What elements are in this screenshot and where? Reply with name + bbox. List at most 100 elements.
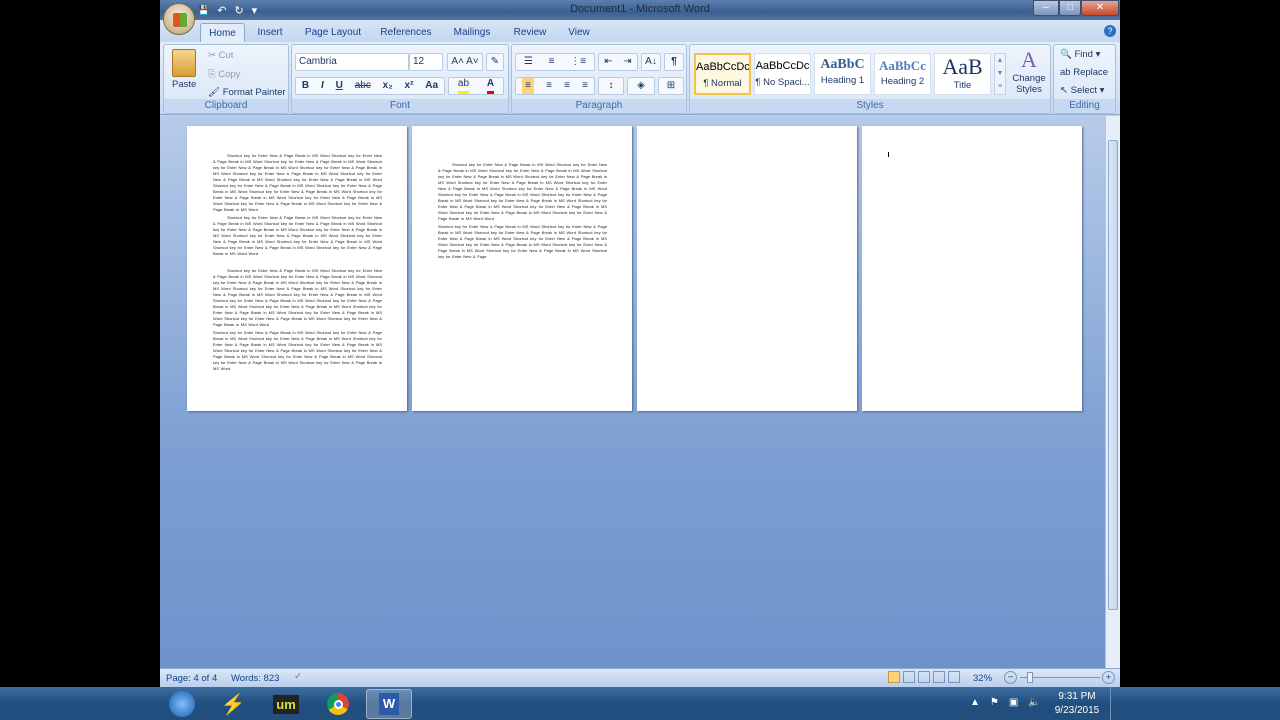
bullets-button[interactable]: ☰: [524, 54, 533, 70]
grow-font-icon[interactable]: A˄: [451, 56, 464, 67]
help-icon[interactable]: ?: [1104, 25, 1116, 37]
show-desktop-button[interactable]: [1110, 687, 1120, 720]
customize-qat-icon[interactable]: ▾: [252, 4, 258, 17]
superscript-button[interactable]: x²: [405, 78, 414, 94]
change-styles-button[interactable]: A Change Styles: [1010, 47, 1048, 95]
um-player-icon[interactable]: um: [266, 689, 306, 719]
borders-button[interactable]: ⊞: [658, 77, 684, 95]
network-icon[interactable]: ▣: [1009, 697, 1018, 708]
style-normal[interactable]: AaBbCcDc ¶ Normal: [694, 53, 751, 95]
show-hide-button[interactable]: ¶: [664, 53, 684, 71]
cut-button[interactable]: ✂ Cut: [208, 50, 233, 61]
status-bar: Page: 4 of 4 Words: 823 ✓ 32% − +: [160, 668, 1120, 687]
volume-icon[interactable]: 🔈: [1028, 697, 1040, 708]
highlight-button[interactable]: ab: [457, 78, 470, 94]
shading-button[interactable]: ◈: [627, 77, 655, 95]
numbering-button[interactable]: ≡: [549, 54, 555, 70]
restore-button[interactable]: □: [1059, 0, 1081, 16]
style-no-spacing[interactable]: AaBbCcDc ¶ No Spaci...: [754, 53, 811, 95]
italic-button[interactable]: I: [321, 78, 324, 94]
strikethrough-button[interactable]: abc: [355, 78, 371, 94]
chrome-icon[interactable]: [318, 689, 358, 719]
undo-icon[interactable]: ↶: [217, 4, 226, 17]
close-button[interactable]: ✕: [1081, 0, 1119, 16]
justify-button[interactable]: ≡: [582, 78, 588, 94]
tab-page-layout[interactable]: Page Layout: [302, 23, 364, 42]
change-case-button[interactable]: Aa: [425, 78, 438, 94]
style-title[interactable]: AaB Title: [934, 53, 991, 95]
font-name-select[interactable]: Cambria: [295, 53, 409, 71]
redo-icon[interactable]: ↻: [234, 4, 243, 17]
winamp-icon[interactable]: ⚡: [213, 689, 253, 719]
line-spacing-button[interactable]: ↕: [598, 77, 624, 95]
clear-formatting-icon[interactable]: ✎: [486, 53, 504, 71]
style-name: Heading 1: [820, 75, 865, 86]
select-button[interactable]: ↖ Select ▾: [1060, 85, 1104, 96]
styles-scroll[interactable]: ▲ ▼ ≡: [994, 53, 1006, 95]
tab-mailings[interactable]: Mailings: [448, 23, 496, 42]
tab-home[interactable]: Home: [200, 23, 245, 42]
show-hidden-icons[interactable]: ▲: [970, 697, 980, 708]
replace-button[interactable]: ab Replace: [1060, 67, 1108, 78]
web-layout-icon[interactable]: [918, 671, 930, 683]
zoom-level[interactable]: 32%: [973, 673, 992, 684]
paste-button[interactable]: Paste: [172, 79, 196, 90]
document-area[interactable]: Shortcut key for Enter New & Page Break …: [160, 116, 1105, 668]
word-taskbar-icon[interactable]: W: [366, 689, 412, 719]
outline-icon[interactable]: [933, 671, 945, 683]
paragraph: Shortcut key for Enter New & Page Break …: [213, 215, 382, 256]
draft-icon[interactable]: [948, 671, 960, 683]
tab-references[interactable]: References: [378, 23, 434, 42]
minimize-button[interactable]: –: [1033, 0, 1059, 16]
page-4[interactable]: [862, 126, 1082, 411]
underline-button[interactable]: U: [336, 78, 343, 94]
zoom-in-button[interactable]: +: [1102, 671, 1115, 684]
increase-indent-button[interactable]: ⇥: [623, 54, 631, 70]
bold-button[interactable]: B: [302, 78, 309, 94]
style-preview: AaBbCc: [879, 58, 926, 73]
copy-label: Copy: [218, 69, 241, 80]
font-color-button[interactable]: A: [486, 78, 495, 94]
zoom-out-button[interactable]: −: [1004, 671, 1017, 684]
font-size-select[interactable]: 12: [409, 53, 443, 71]
subscript-button[interactable]: x₂: [383, 78, 393, 94]
view-buttons: [888, 671, 966, 685]
date: 9/23/2015: [1054, 705, 1100, 716]
tab-review[interactable]: Review: [510, 23, 550, 42]
multilevel-list-button[interactable]: ⋮≡: [570, 54, 586, 70]
align-right-button[interactable]: ≡: [564, 78, 570, 94]
tab-insert[interactable]: Insert: [252, 23, 288, 42]
style-heading-1[interactable]: AaBbC Heading 1: [814, 53, 871, 95]
start-button[interactable]: [162, 689, 202, 719]
page-2[interactable]: Shortcut key for Enter New & Page Break …: [412, 126, 632, 411]
shrink-font-icon[interactable]: A˅: [466, 56, 479, 67]
vertical-scrollbar[interactable]: [1105, 116, 1120, 668]
page-3[interactable]: [637, 126, 857, 411]
zoom-slider-thumb[interactable]: [1027, 672, 1033, 683]
print-layout-icon[interactable]: [888, 671, 900, 683]
indent-buttons: ⇤ ⇥: [598, 53, 638, 71]
office-button[interactable]: [163, 3, 195, 35]
save-icon[interactable]: 💾: [198, 5, 209, 16]
align-center-button[interactable]: ≡: [546, 78, 552, 94]
word-count[interactable]: Words: 823: [231, 673, 279, 684]
clock[interactable]: 9:31 PM 9/23/2015: [1052, 690, 1102, 718]
page-1[interactable]: Shortcut key for Enter New & Page Break …: [187, 126, 407, 411]
find-button[interactable]: 🔍 Find ▾: [1060, 49, 1100, 60]
format-painter-button[interactable]: 🖌 Format Painter: [208, 87, 286, 98]
scroll-thumb[interactable]: [1108, 140, 1118, 610]
align-left-button[interactable]: ≡: [522, 78, 534, 94]
style-heading-2[interactable]: AaBbCc Heading 2: [874, 53, 931, 95]
grow-shrink-font-buttons[interactable]: A˄ A˅: [447, 53, 483, 71]
editing-group: 🔍 Find ▾ ab Replace ↖ Select ▾ Editing: [1053, 44, 1116, 114]
action-center-flag-icon[interactable]: ⚑: [990, 697, 999, 708]
copy-button[interactable]: ⎘ Copy: [208, 69, 240, 80]
tab-view[interactable]: View: [562, 23, 596, 42]
paste-icon[interactable]: [172, 49, 196, 77]
change-styles-icon: A: [1021, 47, 1037, 72]
full-screen-reading-icon[interactable]: [903, 671, 915, 683]
proofing-icon[interactable]: ✓: [294, 671, 302, 682]
sort-button[interactable]: A↓: [641, 53, 661, 71]
decrease-indent-button[interactable]: ⇤: [604, 54, 612, 70]
page-count[interactable]: Page: 4 of 4: [166, 673, 217, 684]
